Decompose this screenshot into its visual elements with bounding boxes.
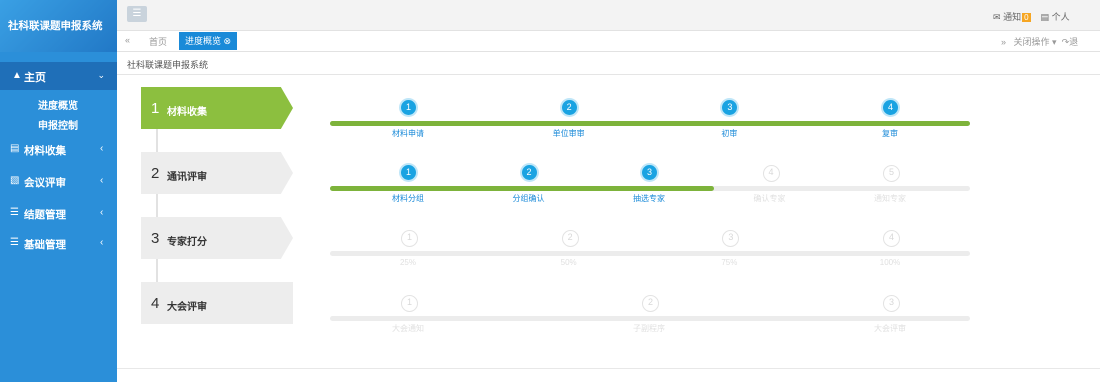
file-icon: ▤ [10, 143, 20, 154]
step-circle: 2 [642, 295, 659, 312]
step-circle: 2 [521, 165, 537, 180]
scroll-left-icon[interactable]: « [125, 35, 130, 45]
stage-3[interactable]: 3 专家打分 [141, 217, 293, 259]
step-label: 25% [399, 258, 416, 267]
step-circle: 3 [722, 100, 738, 115]
exit-link[interactable]: ↷退 [1062, 37, 1079, 47]
step-circle: 1 [401, 165, 416, 180]
step-label: 复审 [882, 129, 898, 138]
tab-progress-overview[interactable]: 进度概览 ⊗ [179, 32, 238, 50]
stage-1[interactable]: 1 材料收集 [141, 87, 293, 129]
app-title: 社科联课题申报系统 [8, 20, 103, 32]
topbar-right: ✉ 通知 0 ▤ 个人 [993, 10, 1070, 23]
step-circle: 5 [883, 165, 900, 182]
tab-label: 进度概览 [185, 36, 222, 46]
exit-label: 退 [1069, 37, 1079, 47]
step-label: 大会评审 [874, 324, 906, 333]
step-circle: 4 [883, 230, 900, 247]
tab-home[interactable]: 首页 [149, 35, 167, 48]
chevron-left-icon: ‹ [100, 207, 104, 218]
sidebar-item-label: 主页 [24, 72, 46, 84]
step-circle: 1 [401, 100, 416, 115]
tab-bar: « 首页 进度概览 ⊗ » 关闭操作 ▾ ↷退 [117, 31, 1100, 52]
sidebar-subitem-control[interactable]: 申报控制 [38, 117, 78, 132]
step-label: 100% [879, 258, 901, 267]
step-circle: 4 [762, 165, 780, 182]
step-circle: 1 [401, 295, 418, 312]
sidebar-item-label: 材料收集 [24, 145, 66, 157]
chevron-left-icon: ‹ [100, 237, 104, 248]
step-label: 单位审审 [552, 129, 585, 138]
stage-label: 材料收集 [167, 107, 207, 118]
sidebar-item-basic[interactable]: ☰ 基础管理 ‹ [0, 233, 117, 255]
chevron-left-icon: ‹ [100, 175, 104, 186]
notify-label: 通知 [1003, 12, 1022, 22]
notify-link[interactable]: 通知 0 [1003, 12, 1031, 22]
card-icon: ▤ [1040, 12, 1050, 22]
step-label: 50% [560, 258, 577, 267]
list-icon: ☰ [10, 207, 19, 218]
sidebar-item-label: 会议评审 [24, 177, 66, 189]
close-ops-label: 关闭操作 [1013, 37, 1050, 47]
step-label: 材料申请 [392, 129, 424, 138]
scroll-right-icon[interactable]: » [1001, 37, 1006, 47]
home-icon: ▲ [12, 70, 22, 81]
stage-label: 通讯评审 [167, 172, 207, 183]
close-icon[interactable]: ⊗ [224, 36, 232, 46]
stage-number: 3 [151, 230, 160, 247]
step-circle: 2 [561, 100, 577, 115]
stage-4[interactable]: 4 大会评审 [141, 282, 293, 324]
progress-fill [330, 121, 970, 126]
step-circle: 3 [883, 295, 900, 312]
menu-toggle-button[interactable]: ☰ [127, 6, 147, 22]
stage-2[interactable]: 2 通讯评审 [141, 152, 293, 194]
sidebar-subitem-overview[interactable]: 进度概览 [38, 97, 78, 112]
stage-number: 2 [151, 165, 160, 182]
sidebar: 社科联课题申报系统 ▲ 主页 ⌄ 进度概览 申报控制 ▤ 材料收集 ‹ ▧ 会议… [0, 0, 117, 382]
step-label: 确认专家 [753, 194, 786, 203]
sidebar-item-meeting[interactable]: ▧ 会议评审 ‹ [0, 171, 117, 193]
step-label: 大会通知 [392, 324, 424, 333]
breadcrumb: 社科联课题申报系统 [117, 52, 1100, 75]
step-circle: 2 [561, 230, 579, 247]
list-icon: ☰ [10, 237, 19, 248]
progress-fill [330, 186, 714, 191]
sidebar-item-material[interactable]: ▤ 材料收集 ‹ [0, 139, 117, 161]
topbar: ☰ ✉ 通知 0 ▤ 个人 [117, 0, 1100, 31]
notify-badge: 0 [1022, 13, 1031, 22]
chevron-down-icon: ⌄ [97, 70, 105, 80]
tab-actions: » 关闭操作 ▾ ↷退 [1001, 35, 1078, 48]
sidebar-item-home[interactable]: ▲ 主页 ⌄ [0, 62, 117, 90]
personal-link[interactable]: 个人 [1052, 12, 1070, 22]
chevron-left-icon: ‹ [100, 143, 104, 154]
footer-divider [117, 368, 1100, 369]
sidebar-item-label: 结题管理 [24, 209, 66, 221]
stage-label: 大会评审 [167, 302, 207, 313]
card-icon: ▧ [10, 175, 20, 186]
step-circle: 3 [722, 230, 740, 247]
step-label: 抽选专家 [633, 194, 665, 203]
hamburger-icon: ☰ [132, 8, 142, 19]
step-circle: 1 [401, 230, 418, 247]
stage-number: 1 [151, 100, 160, 117]
step-label: 子副程序 [633, 324, 665, 333]
breadcrumb-text: 社科联课题申报系统 [127, 60, 209, 70]
stage-label: 专家打分 [167, 237, 207, 248]
stage-number: 4 [151, 295, 160, 312]
brand: 社科联课题申报系统 [0, 0, 117, 52]
step-label: 初审 [721, 129, 738, 138]
step-circle: 3 [642, 165, 657, 180]
mail-icon[interactable]: ✉ [993, 12, 1001, 22]
close-ops-dropdown[interactable]: 关闭操作 ▾ [1014, 37, 1057, 47]
sidebar-item-label: 基础管理 [24, 239, 66, 251]
progress-track [330, 316, 970, 321]
step-label: 分组确认 [512, 194, 545, 203]
progress-track [330, 251, 970, 256]
step-label: 材料分组 [392, 194, 424, 203]
step-circle: 4 [883, 100, 898, 115]
step-label: 通知专家 [874, 194, 906, 203]
sidebar-item-conclusion[interactable]: ☰ 结题管理 ‹ [0, 203, 117, 225]
step-label: 75% [721, 258, 738, 267]
